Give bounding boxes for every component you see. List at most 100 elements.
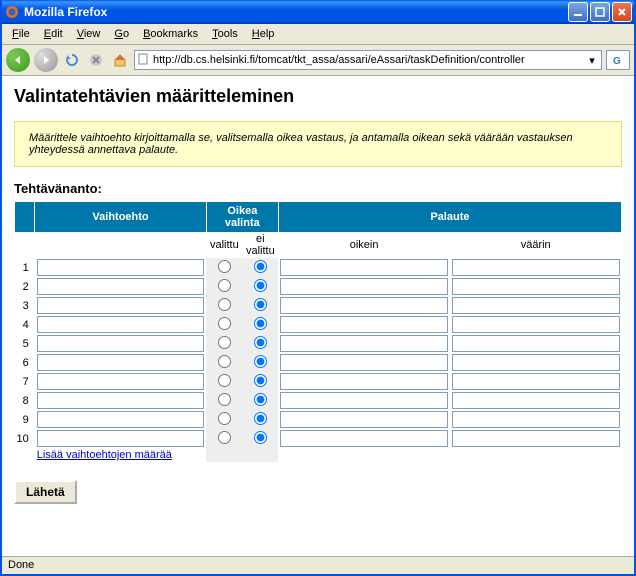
feedback-right-input[interactable] <box>280 354 448 371</box>
menu-file[interactable]: File <box>6 26 36 42</box>
option-input[interactable] <box>37 411 205 428</box>
feedback-right-input[interactable] <box>280 430 448 447</box>
radio-selected[interactable] <box>218 412 231 425</box>
radio-selected[interactable] <box>218 374 231 387</box>
statusbar: Done <box>2 556 634 574</box>
radio-not-selected[interactable] <box>254 298 267 311</box>
option-input[interactable] <box>37 373 205 390</box>
window-title: Mozilla Firefox <box>24 5 568 19</box>
assignment-label: Tehtävänanto: <box>14 181 622 196</box>
radio-not-selected[interactable] <box>254 336 267 349</box>
radio-selected[interactable] <box>218 393 231 406</box>
firefox-icon <box>4 4 20 20</box>
feedback-right-input[interactable] <box>280 297 448 314</box>
url-input[interactable] <box>153 52 585 68</box>
feedback-right-input[interactable] <box>280 259 448 276</box>
close-button[interactable] <box>612 2 632 22</box>
radio-not-selected[interactable] <box>254 317 267 330</box>
menu-bookmarks[interactable]: Bookmarks <box>137 26 204 42</box>
option-input[interactable] <box>37 430 205 447</box>
table-row: 3 <box>15 296 622 315</box>
feedback-wrong-input[interactable] <box>452 430 620 447</box>
feedback-wrong-input[interactable] <box>452 278 620 295</box>
home-button[interactable] <box>110 50 130 70</box>
radio-selected[interactable] <box>218 431 231 444</box>
menu-view[interactable]: View <box>71 26 107 42</box>
radio-selected[interactable] <box>218 336 231 349</box>
table-row: 10 <box>15 429 622 448</box>
feedback-right-input[interactable] <box>280 335 448 352</box>
feedback-wrong-input[interactable] <box>452 392 620 409</box>
radio-selected[interactable] <box>218 317 231 330</box>
maximize-button[interactable] <box>590 2 610 22</box>
feedback-right-input[interactable] <box>280 278 448 295</box>
row-number: 9 <box>15 410 35 429</box>
row-number: 2 <box>15 277 35 296</box>
feedback-wrong-input[interactable] <box>452 354 620 371</box>
reload-button[interactable] <box>62 50 82 70</box>
back-button[interactable] <box>6 48 30 72</box>
feedback-wrong-input[interactable] <box>452 335 620 352</box>
feedback-right-input[interactable] <box>280 411 448 428</box>
page-title: Valintatehtävien määritteleminen <box>14 86 622 107</box>
feedback-wrong-input[interactable] <box>452 259 620 276</box>
url-dropdown[interactable]: ▾ <box>585 54 599 67</box>
feedback-wrong-input[interactable] <box>452 316 620 333</box>
forward-button[interactable] <box>34 48 58 72</box>
sub-right: oikein <box>278 232 450 258</box>
th-corner <box>15 202 35 232</box>
table-row: 5 <box>15 334 622 353</box>
feedback-wrong-input[interactable] <box>452 373 620 390</box>
radio-selected[interactable] <box>218 298 231 311</box>
feedback-wrong-input[interactable] <box>452 411 620 428</box>
menu-tools[interactable]: Tools <box>206 26 244 42</box>
feedback-wrong-input[interactable] <box>452 297 620 314</box>
option-input[interactable] <box>37 278 205 295</box>
status-text: Done <box>8 559 34 571</box>
radio-not-selected[interactable] <box>254 279 267 292</box>
th-feedback: Palaute <box>278 202 621 232</box>
option-input[interactable] <box>37 335 205 352</box>
feedback-right-input[interactable] <box>280 392 448 409</box>
option-input[interactable] <box>37 354 205 371</box>
option-input[interactable] <box>37 392 205 409</box>
table-row: 4 <box>15 315 622 334</box>
submit-button[interactable]: Lähetä <box>14 480 77 504</box>
stop-button[interactable] <box>86 50 106 70</box>
option-input[interactable] <box>37 316 205 333</box>
row-number: 7 <box>15 372 35 391</box>
page-icon <box>137 53 151 67</box>
row-number: 5 <box>15 334 35 353</box>
radio-not-selected[interactable] <box>254 355 267 368</box>
menu-go[interactable]: Go <box>108 26 135 42</box>
radio-selected[interactable] <box>218 355 231 368</box>
radio-not-selected[interactable] <box>254 412 267 425</box>
sub-selected: valittu <box>206 232 242 258</box>
row-number: 4 <box>15 315 35 334</box>
menu-edit[interactable]: Edit <box>38 26 69 42</box>
window-controls <box>568 2 632 22</box>
radio-not-selected[interactable] <box>254 393 267 406</box>
feedback-right-input[interactable] <box>280 373 448 390</box>
radio-not-selected[interactable] <box>254 374 267 387</box>
row-number: 6 <box>15 353 35 372</box>
row-number: 10 <box>15 429 35 448</box>
menu-help[interactable]: Help <box>246 26 281 42</box>
add-more-link[interactable]: Lisää vaihtoehtojen määrää <box>37 449 172 461</box>
radio-not-selected[interactable] <box>254 260 267 273</box>
search-button[interactable]: G <box>606 50 630 70</box>
info-box: Määrittele vaihtoehto kirjoittamalla se,… <box>14 121 622 167</box>
table-row: 9 <box>15 410 622 429</box>
option-input[interactable] <box>37 259 205 276</box>
titlebar: Mozilla Firefox <box>2 0 634 24</box>
table-row: 6 <box>15 353 622 372</box>
feedback-right-input[interactable] <box>280 316 448 333</box>
toolbar: ▾ G <box>2 45 634 76</box>
option-input[interactable] <box>37 297 205 314</box>
minimize-button[interactable] <box>568 2 588 22</box>
radio-not-selected[interactable] <box>254 431 267 444</box>
radio-selected[interactable] <box>218 279 231 292</box>
radio-selected[interactable] <box>218 260 231 273</box>
th-option: Vaihtoehto <box>35 202 207 232</box>
row-number: 8 <box>15 391 35 410</box>
